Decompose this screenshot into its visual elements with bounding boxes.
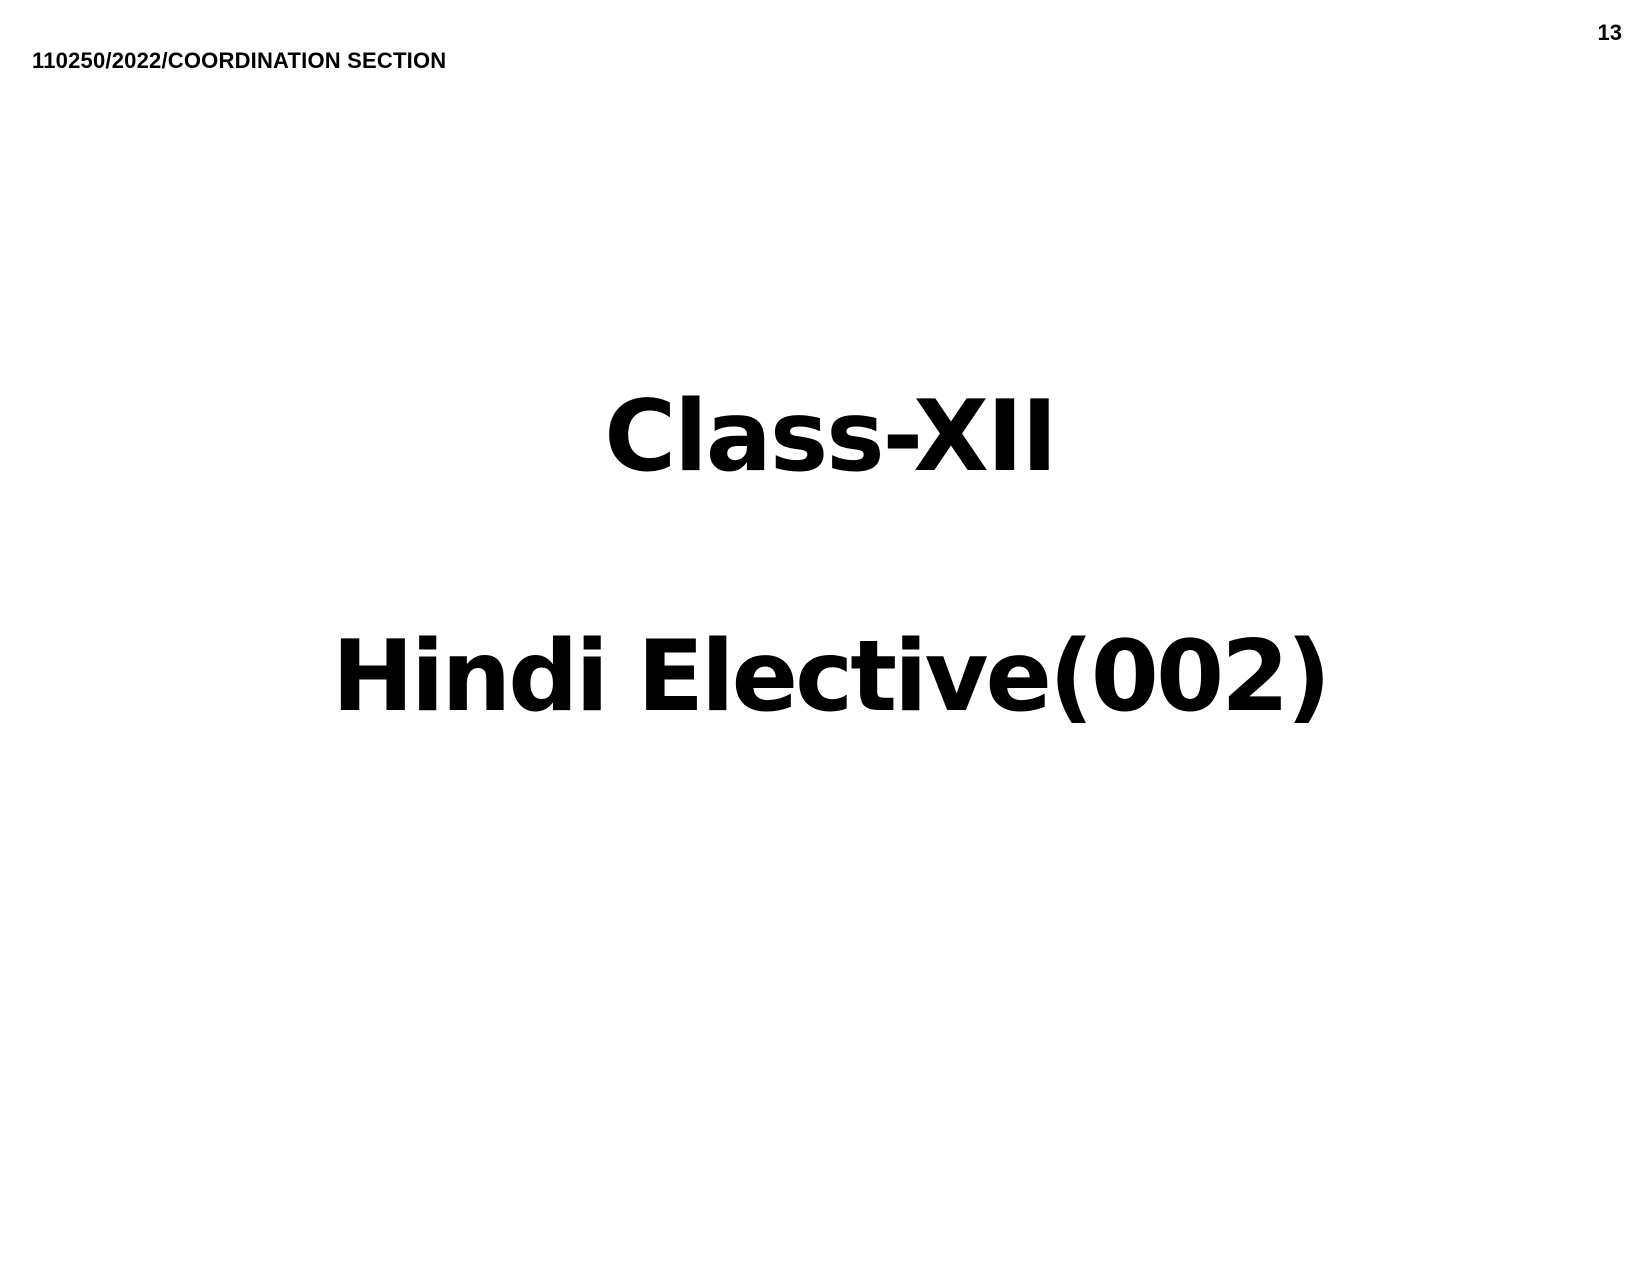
subject-title: Hindi Elective(002) [331, 620, 1331, 734]
document-reference: 110250/2022/COORDINATION SECTION [32, 48, 447, 73]
class-title: Class-XII [604, 380, 1057, 494]
page-number: 13 [1597, 20, 1622, 45]
